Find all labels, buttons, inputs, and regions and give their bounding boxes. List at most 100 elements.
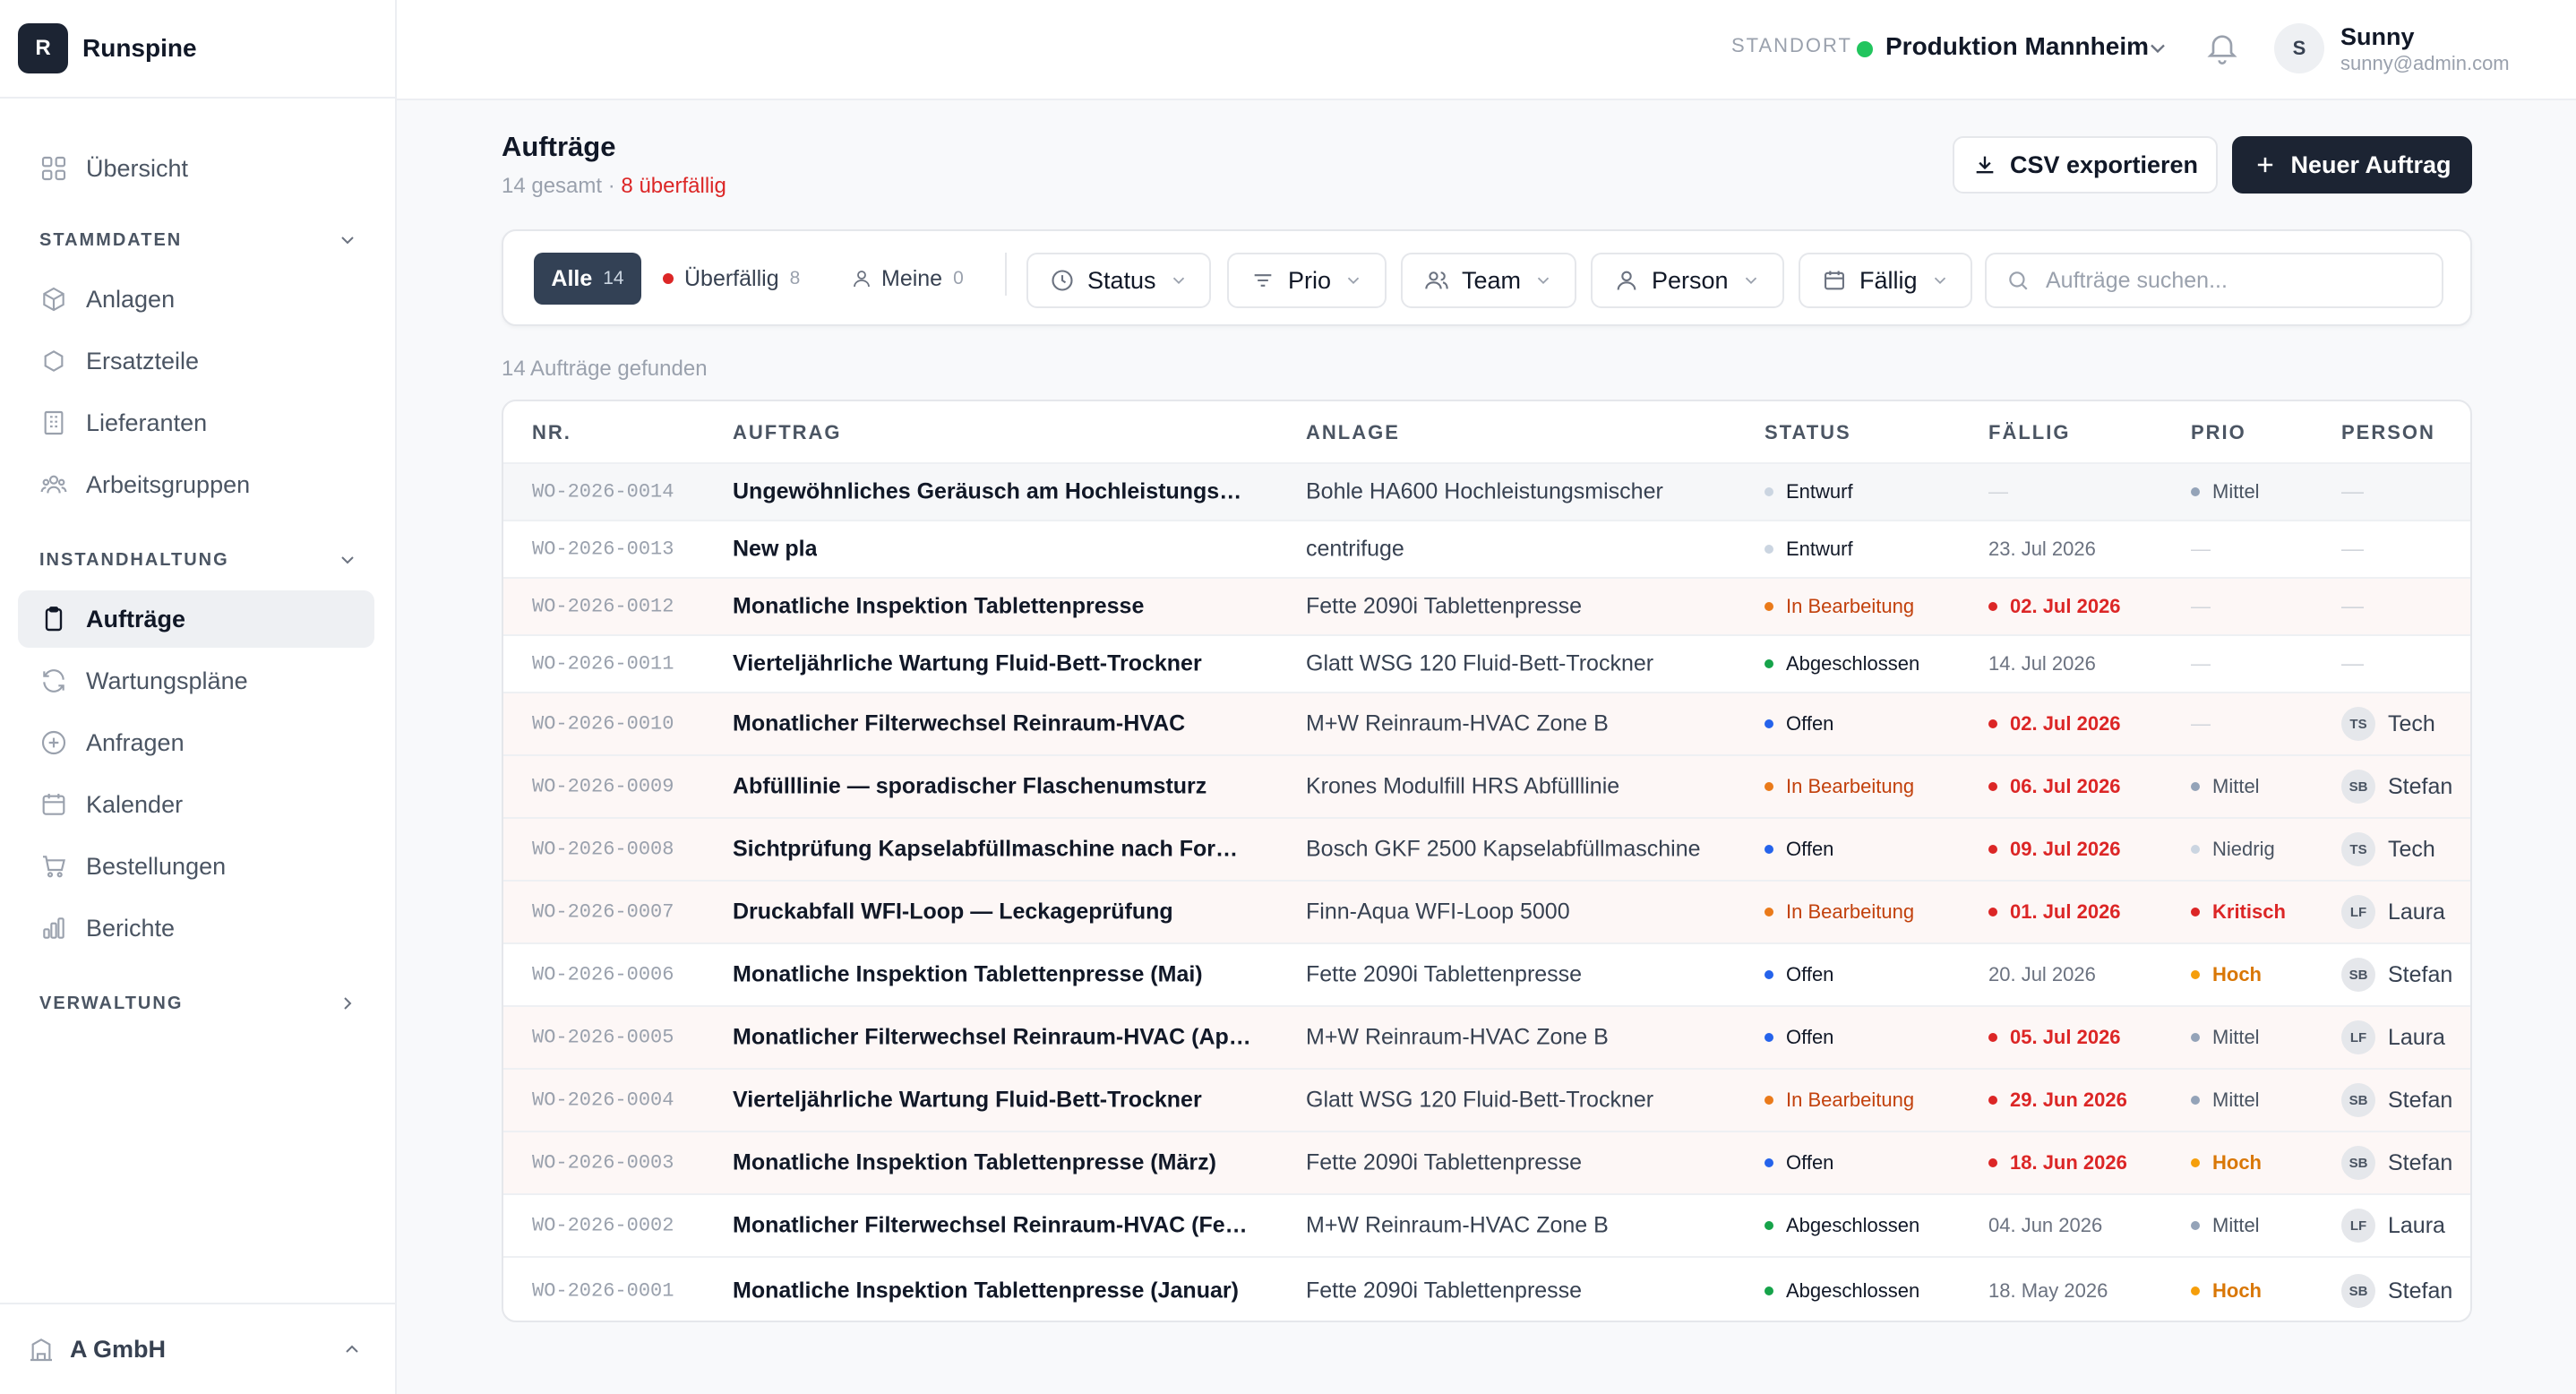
- tab-mine[interactable]: Meine 0: [851, 253, 964, 305]
- order-number[interactable]: WO-2026-0004: [532, 1089, 674, 1112]
- section-verwaltung[interactable]: VERWALTUNG: [39, 993, 358, 1014]
- table-row[interactable]: WO-2026-0004 Vierteljährliche Wartung Fl…: [503, 1068, 2470, 1131]
- filter-due[interactable]: Fällig: [1799, 253, 1972, 308]
- order-title[interactable]: Sichtprüfung Kapselabfüllmaschine nach F…: [733, 837, 1252, 863]
- bar-chart-icon: [43, 917, 64, 939]
- bell-icon[interactable]: [2204, 30, 2240, 66]
- order-title[interactable]: Monatliche Inspektion Tablettenpresse (M…: [733, 962, 1203, 988]
- user-icon: [1617, 271, 1636, 290]
- chevron-down-icon[interactable]: [2145, 36, 2170, 61]
- tab-overdue[interactable]: Überfällig 8: [663, 253, 800, 305]
- sidebar-item-bestellungen[interactable]: Bestellungen: [18, 838, 374, 895]
- table-row[interactable]: WO-2026-0006 Monatliche Inspektion Table…: [503, 942, 2470, 1005]
- filter-person[interactable]: Person: [1591, 253, 1784, 308]
- sidebar-item-wartungsplaene[interactable]: Wartungspläne: [18, 652, 374, 710]
- search-input[interactable]: [2046, 267, 2422, 294]
- order-number[interactable]: WO-2026-0009: [532, 776, 674, 798]
- order-number[interactable]: WO-2026-0008: [532, 839, 674, 861]
- assignee: —: [2341, 651, 2364, 677]
- column-header-nr[interactable]: NR.: [532, 421, 571, 444]
- table-row[interactable]: WO-2026-0002 Monatlicher Filterwechsel R…: [503, 1193, 2470, 1256]
- filter-label: Status: [1087, 266, 1156, 294]
- column-header-status[interactable]: STATUS: [1765, 421, 1851, 444]
- table-row[interactable]: WO-2026-0012 Monatliche Inspektion Table…: [503, 577, 2470, 634]
- sidebar-item-berichte[interactable]: Berichte: [18, 899, 374, 957]
- table-row[interactable]: WO-2026-0005 Monatlicher Filterwechsel R…: [503, 1005, 2470, 1068]
- org-switcher[interactable]: A GmbH: [0, 1303, 395, 1394]
- sidebar-item-anfragen[interactable]: Anfragen: [18, 714, 374, 771]
- order-title[interactable]: Monatlicher Filterwechsel Reinraum-HVAC …: [733, 1025, 1252, 1051]
- section-instandhaltung[interactable]: INSTANDHALTUNG: [39, 549, 358, 571]
- sidebar-item-ersatzteile[interactable]: Ersatzteile: [18, 332, 374, 390]
- table-row[interactable]: WO-2026-0011 Vierteljährliche Wartung Fl…: [503, 634, 2470, 692]
- column-header-order[interactable]: AUFTRAG: [733, 421, 842, 444]
- sidebar-item-arbeitsgruppen[interactable]: Arbeitsgruppen: [18, 456, 374, 513]
- table-row[interactable]: WO-2026-0001 Monatliche Inspektion Table…: [503, 1256, 2470, 1321]
- sidebar-item-lieferanten[interactable]: Lieferanten: [18, 394, 374, 452]
- sidebar-item-overview[interactable]: Übersicht: [18, 140, 374, 197]
- table-row[interactable]: WO-2026-0013 New pla centrifuge Entwurf …: [503, 520, 2470, 577]
- column-header-due[interactable]: FÄLLIG: [1988, 421, 2070, 444]
- order-title[interactable]: Monatlicher Filterwechsel Reinraum-HVAC …: [733, 1213, 1252, 1239]
- order-number[interactable]: WO-2026-0002: [532, 1215, 674, 1237]
- order-title[interactable]: Monatliche Inspektion Tablettenpresse: [733, 594, 1144, 620]
- status-label: Offen: [1786, 1026, 1834, 1048]
- site-selector[interactable]: Produktion Mannheim: [1885, 32, 2149, 61]
- status-dot: [1765, 1033, 1773, 1042]
- clock-icon: [1052, 270, 1073, 291]
- order-title[interactable]: Monatliche Inspektion Tablettenpresse (J…: [733, 1278, 1239, 1304]
- filter-prio[interactable]: Prio: [1227, 253, 1387, 308]
- avatar[interactable]: S: [2274, 23, 2324, 73]
- order-number[interactable]: WO-2026-0010: [532, 713, 674, 736]
- order-title[interactable]: Abfülllinie — sporadischer Flaschenumstu…: [733, 774, 1206, 800]
- order-number[interactable]: WO-2026-0001: [532, 1280, 674, 1303]
- table-row[interactable]: WO-2026-0009 Abfülllinie — sporadischer …: [503, 754, 2470, 817]
- table-row[interactable]: WO-2026-0014 Ungewöhnliches Geräusch am …: [503, 462, 2470, 520]
- order-title[interactable]: Monatlicher Filterwechsel Reinraum-HVAC: [733, 711, 1185, 737]
- order-number[interactable]: WO-2026-0011: [532, 653, 674, 675]
- sidebar-item-auftraege[interactable]: Aufträge: [18, 590, 374, 648]
- sidebar-item-anlagen[interactable]: Anlagen: [18, 271, 374, 328]
- order-number[interactable]: WO-2026-0003: [532, 1152, 674, 1175]
- table-row[interactable]: WO-2026-0003 Monatliche Inspektion Table…: [503, 1131, 2470, 1193]
- new-order-button[interactable]: Neuer Auftrag: [2232, 136, 2472, 194]
- section-stammdaten[interactable]: STAMMDATEN: [39, 229, 358, 251]
- order-title[interactable]: Vierteljährliche Wartung Fluid-Bett-Troc…: [733, 1088, 1202, 1114]
- status-badge: Offen: [1765, 838, 1833, 861]
- status-badge: Entwurf: [1765, 538, 1853, 561]
- prio-dot: [2191, 1096, 2200, 1105]
- column-header-asset[interactable]: ANLAGE: [1306, 421, 1400, 444]
- priority-label: Mittel: [2212, 1214, 2260, 1236]
- assignee-name: —: [2341, 536, 2364, 562]
- org-name: A GmbH: [70, 1335, 166, 1363]
- order-title[interactable]: New pla: [733, 537, 817, 563]
- tab-all[interactable]: Alle 14: [534, 253, 641, 305]
- csv-export-button[interactable]: CSV exportieren: [1953, 136, 2218, 194]
- order-number[interactable]: WO-2026-0012: [532, 596, 674, 618]
- order-number[interactable]: WO-2026-0007: [532, 901, 674, 924]
- filter-status[interactable]: Status: [1026, 253, 1211, 308]
- order-title[interactable]: Vierteljährliche Wartung Fluid-Bett-Troc…: [733, 651, 1202, 677]
- order-title[interactable]: Druckabfall WFI-Loop — Leckageprüfung: [733, 899, 1173, 925]
- order-title[interactable]: Monatliche Inspektion Tablettenpresse (M…: [733, 1150, 1216, 1176]
- assignee: —: [2341, 479, 2364, 505]
- users-icon: [40, 475, 67, 494]
- site-status-dot: [1857, 41, 1873, 57]
- status-dot: [1765, 908, 1773, 916]
- order-number[interactable]: WO-2026-0013: [532, 538, 674, 561]
- table-row[interactable]: WO-2026-0007 Druckabfall WFI-Loop — Leck…: [503, 880, 2470, 942]
- column-header-person[interactable]: PERSON: [2341, 421, 2435, 444]
- status-label: In Bearbeitung: [1786, 1089, 1915, 1111]
- column-header-prio[interactable]: PRIO: [2191, 421, 2246, 444]
- brand[interactable]: R Runspine: [0, 0, 395, 99]
- sidebar-item-kalender[interactable]: Kalender: [18, 776, 374, 833]
- table-row[interactable]: WO-2026-0008 Sichtprüfung Kapselabfüllma…: [503, 817, 2470, 880]
- order-number[interactable]: WO-2026-0006: [532, 964, 674, 986]
- order-number[interactable]: WO-2026-0005: [532, 1027, 674, 1049]
- order-title[interactable]: Ungewöhnliches Geräusch am Hochleistungs…: [733, 479, 1252, 505]
- assignee: —: [2341, 594, 2364, 620]
- table-row[interactable]: WO-2026-0010 Monatlicher Filterwechsel R…: [503, 692, 2470, 754]
- order-number[interactable]: WO-2026-0014: [532, 481, 674, 503]
- asset-name: Fette 2090i Tablettenpresse: [1306, 1278, 1583, 1304]
- filter-team[interactable]: Team: [1401, 253, 1576, 308]
